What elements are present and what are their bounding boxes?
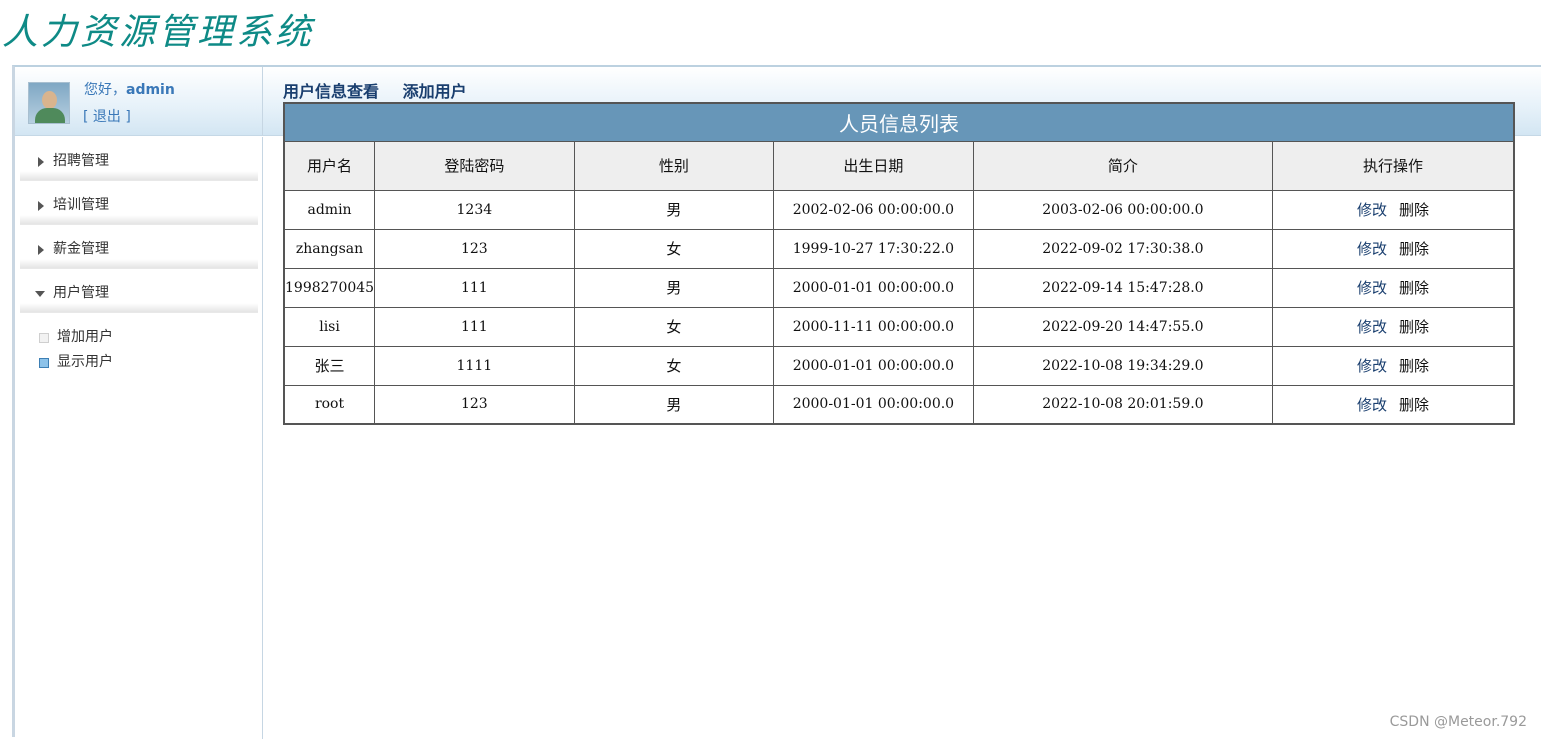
delete-link[interactable]: 删除 bbox=[1399, 318, 1429, 336]
greeting-text: 您好， bbox=[84, 82, 126, 98]
table-row: 张三1111女2000-01-01 00:00:00.02022-10-08 1… bbox=[284, 346, 1514, 385]
users-submenu: 增加用户 显示用户 bbox=[15, 325, 262, 375]
watermark: CSDN @Meteor.792 bbox=[1390, 714, 1527, 730]
sidebar-item-salary[interactable]: 薪金管理 bbox=[20, 233, 258, 269]
cell-username: lisi bbox=[284, 307, 375, 346]
cell-password: 111 bbox=[375, 268, 575, 307]
sidebar: 招聘管理 培训管理 薪金管理 用户管理 增加用户 显示用户 bbox=[15, 137, 263, 739]
cell-gender: 男 bbox=[574, 190, 773, 229]
sidebar-item-users[interactable]: 用户管理 bbox=[20, 277, 258, 313]
avatar bbox=[28, 82, 70, 124]
delete-link[interactable]: 删除 bbox=[1399, 396, 1429, 414]
bullet-active-icon bbox=[39, 358, 49, 368]
cell-username: zhangsan bbox=[284, 229, 375, 268]
delete-link[interactable]: 删除 bbox=[1399, 279, 1429, 297]
cell-intro: 2022-09-14 15:47:28.0 bbox=[973, 268, 1272, 307]
table-row: 1998270045111男2000-01-01 00:00:00.02022-… bbox=[284, 268, 1514, 307]
cell-username: admin bbox=[284, 190, 375, 229]
sidebar-item-label: 薪金管理 bbox=[53, 241, 109, 257]
chevron-right-icon bbox=[38, 245, 44, 255]
column-header: 执行操作 bbox=[1273, 141, 1514, 190]
link-view-users[interactable]: 用户信息查看 bbox=[283, 82, 379, 101]
username-label: admin bbox=[126, 82, 175, 98]
cell-gender: 女 bbox=[574, 229, 773, 268]
cell-password: 1234 bbox=[375, 190, 575, 229]
cell-intro: 2003-02-06 00:00:00.0 bbox=[973, 190, 1272, 229]
cell-intro: 2022-10-08 20:01:59.0 bbox=[973, 385, 1272, 424]
column-header: 简介 bbox=[973, 141, 1272, 190]
column-header: 登陆密码 bbox=[375, 141, 575, 190]
chevron-down-icon bbox=[35, 291, 45, 297]
delete-link[interactable]: 删除 bbox=[1399, 357, 1429, 375]
sidebar-item-label: 用户管理 bbox=[53, 285, 109, 301]
cell-birth: 1999-10-27 17:30:22.0 bbox=[774, 229, 974, 268]
sidebar-item-label: 招聘管理 bbox=[53, 153, 109, 169]
cell-actions: 修改删除 bbox=[1273, 307, 1514, 346]
cell-username: 1998270045 bbox=[284, 268, 375, 307]
chevron-right-icon bbox=[38, 157, 44, 167]
user-panel: 您好，admin [ 退出 ] bbox=[15, 67, 263, 136]
greeting: 您好，admin bbox=[84, 79, 175, 99]
submenu-label: 显示用户 bbox=[57, 354, 113, 370]
cell-gender: 女 bbox=[574, 346, 773, 385]
cell-intro: 2022-09-20 14:47:55.0 bbox=[973, 307, 1272, 346]
user-table: 人员信息列表 用户名 登陆密码 性别 出生日期 简介 执行操作 admin123… bbox=[283, 102, 1515, 425]
cell-intro: 2022-10-08 19:34:29.0 bbox=[973, 346, 1272, 385]
cell-gender: 男 bbox=[574, 385, 773, 424]
edit-link[interactable]: 修改 bbox=[1357, 240, 1387, 258]
cell-password: 123 bbox=[375, 229, 575, 268]
cell-birth: 2002-02-06 00:00:00.0 bbox=[774, 190, 974, 229]
delete-link[interactable]: 删除 bbox=[1399, 201, 1429, 219]
chevron-right-icon bbox=[38, 201, 44, 211]
submenu-show-users[interactable]: 显示用户 bbox=[15, 350, 262, 375]
cell-password: 111 bbox=[375, 307, 575, 346]
cell-birth: 2000-11-11 00:00:00.0 bbox=[774, 307, 974, 346]
edit-link[interactable]: 修改 bbox=[1357, 318, 1387, 336]
cell-actions: 修改删除 bbox=[1273, 385, 1514, 424]
cell-gender: 女 bbox=[574, 307, 773, 346]
table-row: lisi111女2000-11-11 00:00:00.02022-09-20 … bbox=[284, 307, 1514, 346]
table-body: admin1234男2002-02-06 00:00:00.02003-02-0… bbox=[284, 190, 1514, 424]
cell-actions: 修改删除 bbox=[1273, 229, 1514, 268]
column-header: 出生日期 bbox=[774, 141, 974, 190]
submenu-label: 增加用户 bbox=[57, 329, 113, 345]
table-row: zhangsan123女1999-10-27 17:30:22.02022-09… bbox=[284, 229, 1514, 268]
link-add-user[interactable]: 添加用户 bbox=[403, 82, 467, 101]
table-row: admin1234男2002-02-06 00:00:00.02003-02-0… bbox=[284, 190, 1514, 229]
table-header: 用户名 登陆密码 性别 出生日期 简介 执行操作 bbox=[284, 141, 1514, 190]
content-links: 用户信息查看 添加用户 bbox=[283, 78, 485, 102]
cell-intro: 2022-09-02 17:30:38.0 bbox=[973, 229, 1272, 268]
cell-actions: 修改删除 bbox=[1273, 190, 1514, 229]
cell-birth: 2000-01-01 00:00:00.0 bbox=[774, 346, 974, 385]
sidebar-item-label: 培训管理 bbox=[53, 197, 109, 213]
edit-link[interactable]: 修改 bbox=[1357, 201, 1387, 219]
cell-gender: 男 bbox=[574, 268, 773, 307]
delete-link[interactable]: 删除 bbox=[1399, 240, 1429, 258]
main-content: 用户信息查看 添加用户 人员信息列表 用户名 登陆密码 性别 出生日期 简介 执… bbox=[283, 78, 485, 102]
cell-username: 张三 bbox=[284, 346, 375, 385]
cell-actions: 修改删除 bbox=[1273, 346, 1514, 385]
sidebar-item-recruitment[interactable]: 招聘管理 bbox=[20, 145, 258, 181]
column-header: 用户名 bbox=[284, 141, 375, 190]
edit-link[interactable]: 修改 bbox=[1357, 396, 1387, 414]
cell-password: 123 bbox=[375, 385, 575, 424]
table-row: root123男2000-01-01 00:00:00.02022-10-08 … bbox=[284, 385, 1514, 424]
edit-link[interactable]: 修改 bbox=[1357, 357, 1387, 375]
column-header: 性别 bbox=[574, 141, 773, 190]
bullet-icon bbox=[39, 333, 49, 343]
sidebar-item-training[interactable]: 培训管理 bbox=[20, 189, 258, 225]
cell-password: 1111 bbox=[375, 346, 575, 385]
submenu-add-user[interactable]: 增加用户 bbox=[15, 325, 262, 350]
cell-username: root bbox=[284, 385, 375, 424]
cell-actions: 修改删除 bbox=[1273, 268, 1514, 307]
cell-birth: 2000-01-01 00:00:00.0 bbox=[774, 385, 974, 424]
cell-birth: 2000-01-01 00:00:00.0 bbox=[774, 268, 974, 307]
logout-link[interactable]: [ 退出 ] bbox=[83, 106, 131, 126]
edit-link[interactable]: 修改 bbox=[1357, 279, 1387, 297]
table-caption: 人员信息列表 bbox=[284, 103, 1514, 141]
app-title: 人力资源管理系统 bbox=[2, 8, 314, 58]
